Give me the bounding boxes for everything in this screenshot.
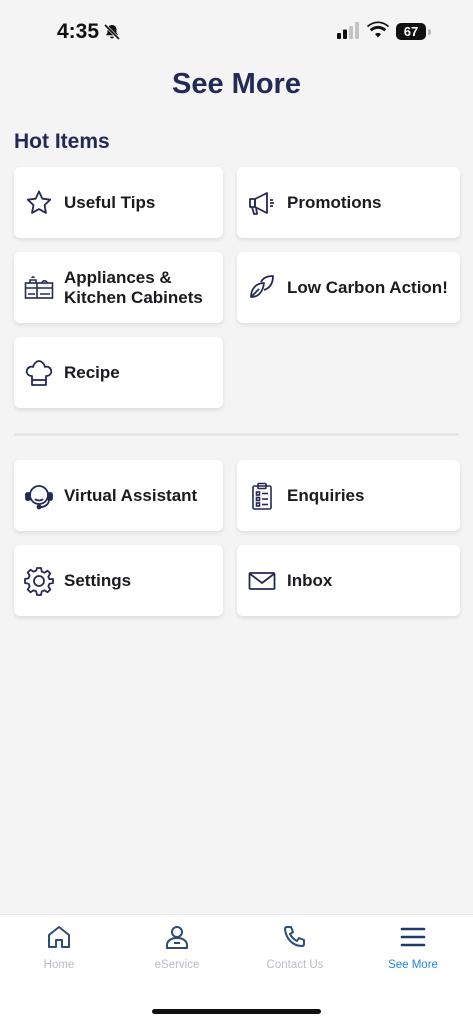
nav-home-label: Home — [43, 959, 75, 971]
user-icon — [164, 923, 190, 951]
nav-home[interactable]: Home — [0, 915, 118, 985]
useful-tips-label: Useful Tips — [64, 192, 156, 212]
section-divider — [14, 433, 459, 436]
home-indicator[interactable] — [152, 1009, 321, 1014]
status-bar: 4:35 67 — [0, 0, 473, 60]
home-icon — [46, 923, 72, 951]
nav-eservice[interactable]: eService — [118, 915, 236, 985]
nav-contact-us[interactable]: Contact Us — [236, 915, 354, 985]
nav-contact-us-label: Contact Us — [266, 959, 324, 971]
page-title: See More — [172, 68, 301, 100]
virtual-assistant-label: Virtual Assistant — [64, 485, 198, 505]
clipboard-icon — [247, 481, 277, 511]
kitchen-icon — [24, 273, 54, 303]
settings-label: Settings — [64, 570, 132, 590]
virtual-assistant-button[interactable]: Virtual Assistant — [14, 460, 223, 531]
gear-icon — [24, 566, 54, 596]
appliances-kitchen-cabinets-button[interactable]: Appliances & Kitchen Cabinets — [14, 252, 223, 323]
recipe-label: Recipe — [64, 362, 120, 382]
promotions-button[interactable]: Promotions — [237, 167, 460, 238]
status-time: 4:35 — [57, 20, 100, 43]
chef-hat-icon — [24, 358, 54, 388]
cellular-signal-icon — [337, 22, 359, 39]
nav-eservice-label: eService — [154, 959, 200, 971]
promotions-label: Promotions — [287, 192, 382, 212]
low-carbon-action-label: Low Carbon Action! — [287, 277, 448, 297]
recipe-button[interactable]: Recipe — [14, 337, 223, 408]
inbox-button[interactable]: Inbox — [237, 545, 460, 616]
phone-icon — [282, 923, 308, 951]
bottom-navigation: Home eService Contact Us See More — [0, 914, 473, 1024]
bell-muted-icon — [103, 23, 121, 41]
enquiries-label: Enquiries — [287, 485, 365, 505]
menu-icon — [400, 923, 426, 951]
nav-see-more-label: See More — [388, 959, 438, 971]
wifi-icon — [367, 21, 389, 38]
inbox-label: Inbox — [287, 570, 333, 590]
appliances-kitchen-cabinets-label: Appliances & Kitchen Cabinets — [64, 267, 203, 307]
settings-button[interactable]: Settings — [14, 545, 223, 616]
low-carbon-action-button[interactable]: Low Carbon Action! — [237, 252, 460, 323]
battery-cap — [428, 29, 431, 35]
envelope-icon — [247, 566, 277, 596]
headset-icon — [24, 481, 54, 511]
useful-tips-button[interactable]: Useful Tips — [14, 167, 223, 238]
hot-items-heading: Hot Items — [14, 130, 110, 153]
battery-indicator: 67 — [396, 23, 426, 40]
enquiries-button[interactable]: Enquiries — [237, 460, 460, 531]
leaf-icon — [247, 273, 277, 303]
star-icon — [24, 188, 54, 218]
megaphone-icon — [247, 188, 277, 218]
nav-see-more[interactable]: See More — [354, 915, 472, 985]
